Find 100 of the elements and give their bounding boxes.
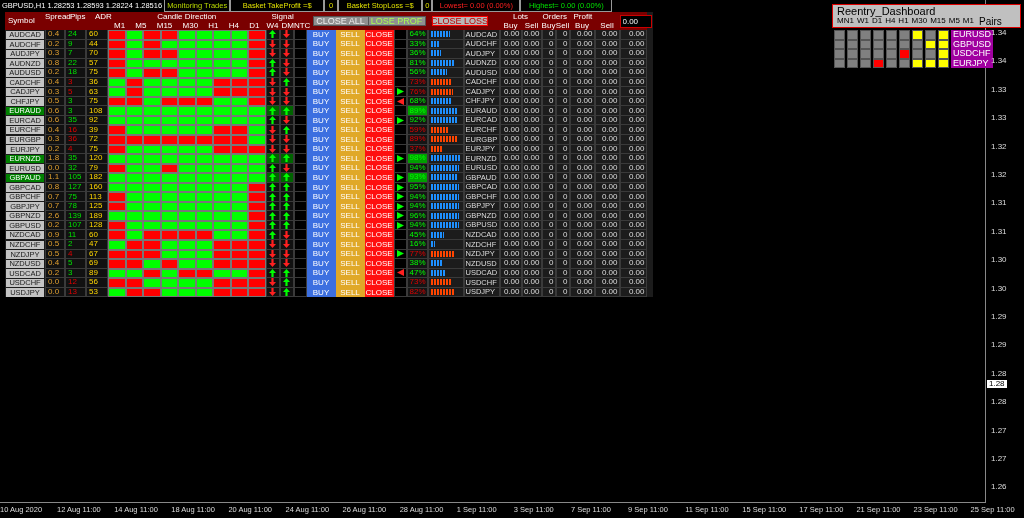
buy-button[interactable]: BUY xyxy=(306,87,336,97)
sell-button[interactable]: SELL xyxy=(335,154,365,164)
buy-button[interactable]: BUY xyxy=(306,287,336,298)
column-header: H1 xyxy=(898,17,909,27)
close-all-button[interactable]: CLOSE ALL xyxy=(312,16,369,26)
close-button[interactable]: CLOSE xyxy=(364,230,394,241)
close-button[interactable]: CLOSE xyxy=(364,268,394,279)
buy-button[interactable]: BUY xyxy=(306,249,336,260)
buy-button[interactable]: BUY xyxy=(306,259,336,269)
sell-button[interactable]: SELL xyxy=(335,182,365,193)
buy-button[interactable]: BUY xyxy=(306,96,336,107)
buy-button[interactable]: BUY xyxy=(306,30,336,40)
close-button[interactable]: CLOSE xyxy=(364,249,394,260)
sell-button[interactable]: SELL xyxy=(335,220,365,231)
sell-button[interactable]: SELL xyxy=(335,115,365,126)
buy-button[interactable]: BUY xyxy=(306,144,336,155)
sell-button[interactable]: SELL xyxy=(335,135,365,145)
close-button[interactable]: CLOSE xyxy=(364,163,394,174)
amount-field[interactable]: 0.00 xyxy=(619,14,652,28)
close-button[interactable]: CLOSE xyxy=(364,125,394,135)
axis-label: 1.29 xyxy=(991,341,1007,350)
close-button[interactable]: CLOSE xyxy=(364,211,394,221)
table-cell: 0.00 xyxy=(521,278,542,288)
close-button[interactable]: CLOSE xyxy=(364,87,394,97)
sell-button[interactable]: SELL xyxy=(335,163,365,174)
buy-button[interactable]: BUY xyxy=(306,278,336,288)
buy-button[interactable]: BUY xyxy=(306,39,336,50)
sell-button[interactable]: SELL xyxy=(335,30,365,40)
sell-button[interactable]: SELL xyxy=(335,58,365,69)
buy-button[interactable]: BUY xyxy=(306,125,336,135)
sell-button[interactable]: SELL xyxy=(335,87,365,97)
sell-button[interactable]: SELL xyxy=(335,106,365,116)
close-button[interactable]: CLOSE xyxy=(364,68,394,78)
sell-button[interactable]: SELL xyxy=(335,39,365,50)
close-button[interactable]: CLOSE xyxy=(364,115,394,126)
sell-button[interactable]: SELL xyxy=(335,68,365,78)
buy-button[interactable]: BUY xyxy=(306,192,336,202)
buy-button[interactable]: BUY xyxy=(306,68,336,78)
buy-button[interactable]: BUY xyxy=(306,230,336,241)
close-button[interactable]: CLOSE xyxy=(364,201,394,212)
sell-button[interactable]: SELL xyxy=(335,77,365,88)
table-cell: 0.3 xyxy=(45,135,65,145)
close-button[interactable]: CLOSE xyxy=(364,39,394,50)
sell-button[interactable]: SELL xyxy=(335,144,365,155)
buy-button[interactable]: BUY xyxy=(306,163,336,174)
sell-button[interactable]: SELL xyxy=(335,49,365,59)
buy-button[interactable]: BUY xyxy=(306,106,336,116)
close-button[interactable]: CLOSE xyxy=(364,58,394,69)
buy-button[interactable]: BUY xyxy=(306,115,336,126)
sell-button[interactable]: SELL xyxy=(335,230,365,241)
sell-button[interactable]: SELL xyxy=(335,201,365,212)
buy-button[interactable]: BUY xyxy=(306,220,336,231)
table-cell: 53 xyxy=(86,287,108,298)
column-header: ADR xyxy=(95,12,112,21)
buy-button[interactable]: BUY xyxy=(306,201,336,212)
sell-button[interactable]: SELL xyxy=(335,268,365,279)
panel-title: Reentry_Dashboard xyxy=(837,6,937,17)
close-button[interactable]: CLOSE xyxy=(364,77,394,88)
sell-button[interactable]: SELL xyxy=(335,278,365,288)
table-cell: 0 xyxy=(541,49,556,59)
strength-value: 56% xyxy=(406,68,428,78)
close-button[interactable]: CLOSE xyxy=(364,154,394,164)
buy-button[interactable]: BUY xyxy=(306,49,336,59)
close-button[interactable]: CLOSE xyxy=(364,278,394,288)
close-button[interactable]: CLOSE xyxy=(364,30,394,40)
buy-button[interactable]: BUY xyxy=(306,173,336,183)
axis-label: 1.27 xyxy=(991,426,1007,435)
close-button[interactable]: CLOSE xyxy=(364,192,394,202)
buy-button[interactable]: BUY xyxy=(306,58,336,69)
close-button[interactable]: CLOSE xyxy=(364,96,394,107)
close-button[interactable]: CLOSE xyxy=(364,240,394,250)
table-cell: 0.00 xyxy=(594,173,620,183)
buy-button[interactable]: BUY xyxy=(306,182,336,193)
sell-button[interactable]: SELL xyxy=(335,192,365,202)
close-button[interactable]: CLOSE xyxy=(364,135,394,145)
sell-button[interactable]: SELL xyxy=(335,240,365,250)
buy-button[interactable]: BUY xyxy=(306,211,336,221)
buy-button[interactable]: BUY xyxy=(306,154,336,164)
close-profit-button[interactable]: LOSE PROF xyxy=(367,16,426,26)
sell-button[interactable]: SELL xyxy=(335,96,365,107)
sell-button[interactable]: SELL xyxy=(335,287,365,298)
close-button[interactable]: CLOSE xyxy=(364,259,394,269)
buy-button[interactable]: BUY xyxy=(306,240,336,250)
sell-button[interactable]: SELL xyxy=(335,249,365,260)
sell-button[interactable]: SELL xyxy=(335,211,365,221)
sell-button[interactable]: SELL xyxy=(335,259,365,269)
sell-button[interactable]: SELL xyxy=(335,173,365,183)
close-button[interactable]: CLOSE xyxy=(364,220,394,231)
sell-button[interactable]: SELL xyxy=(335,125,365,135)
close-button[interactable]: CLOSE xyxy=(364,144,394,155)
table-cell: 0.00 xyxy=(521,49,542,59)
buy-button[interactable]: BUY xyxy=(306,135,336,145)
close-button[interactable]: CLOSE xyxy=(364,173,394,183)
close-button[interactable]: CLOSE xyxy=(364,287,394,298)
buy-button[interactable]: BUY xyxy=(306,268,336,279)
close-button[interactable]: CLOSE xyxy=(364,182,394,193)
buy-button[interactable]: BUY xyxy=(306,77,336,88)
close-button[interactable]: CLOSE xyxy=(364,49,394,59)
close-button[interactable]: CLOSE xyxy=(364,106,394,116)
table-cell: 0.00 xyxy=(521,173,542,183)
